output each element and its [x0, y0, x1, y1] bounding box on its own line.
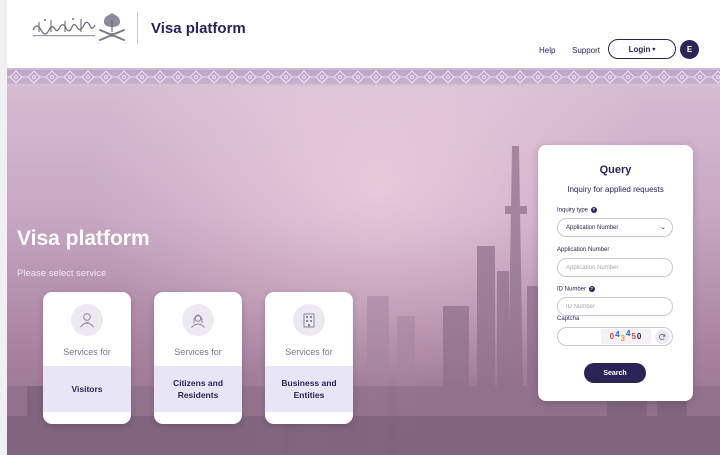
application-number-input[interactable] [557, 258, 673, 277]
captcha-label: Captcha [557, 316, 580, 322]
captcha-image: 043450 [601, 329, 651, 344]
citizen-person-icon [182, 304, 214, 336]
chevron-down-icon: ⌄ [660, 224, 666, 231]
header: Visa platform Help Support Login ▾ E [7, 0, 720, 68]
inquiry-type-label: Inquiry type ? [557, 207, 597, 214]
login-button[interactable]: Login ▾ [608, 39, 676, 59]
app-title: Visa platform [151, 20, 246, 37]
chevron-down-icon: ▾ [652, 46, 656, 53]
inquiry-type-select[interactable]: Application Number ⌄ [557, 218, 673, 237]
hero-subtitle: Please select service [17, 268, 107, 279]
service-name: Citizens and Residents [154, 366, 242, 412]
service-card-business[interactable]: Services for Business and Entities [265, 292, 353, 424]
service-prefix: Services for [174, 347, 222, 357]
captcha-field[interactable]: 043450 [557, 327, 673, 346]
login-label: Login [628, 44, 651, 54]
page: Visa platform Help Support Login ▾ E Vis… [7, 0, 720, 455]
language-toggle-button[interactable]: E [680, 40, 699, 59]
inquiry-type-value: Application Number [566, 224, 619, 231]
query-title: Query [599, 164, 632, 176]
service-prefix: Services for [63, 347, 111, 357]
service-prefix: Services for [285, 347, 333, 357]
decorative-ornament-band [7, 68, 720, 86]
service-name: Business and Entities [265, 366, 353, 412]
query-subtitle: Inquiry for applied requests [567, 185, 664, 194]
ministry-arabic-logo [32, 18, 96, 37]
hero-title: Visa platform [17, 227, 150, 250]
building-icon [293, 304, 325, 336]
id-number-input[interactable] [557, 297, 673, 316]
logo-divider [137, 12, 138, 44]
help-icon: ? [590, 207, 597, 213]
refresh-icon[interactable] [655, 330, 669, 344]
service-card-citizens[interactable]: Services for Citizens and Residents [154, 292, 242, 424]
search-button[interactable]: Search [584, 363, 646, 383]
nav-help-link[interactable]: Help [539, 46, 555, 55]
id-number-label: ID Number ? [557, 286, 595, 293]
nav-support-link[interactable]: Support [572, 46, 600, 55]
help-icon: ? [588, 286, 595, 292]
query-panel: Query Inquiry for applied requests Inqui… [538, 145, 693, 401]
service-name: Visitors [43, 366, 131, 412]
service-card-visitors[interactable]: Services for Visitors [43, 292, 131, 424]
hero-section: Visa platform Please select service Serv… [7, 86, 720, 455]
saudi-emblem-icon [99, 13, 125, 41]
visitor-person-icon [71, 304, 103, 336]
application-number-label: Application Number [557, 247, 610, 253]
